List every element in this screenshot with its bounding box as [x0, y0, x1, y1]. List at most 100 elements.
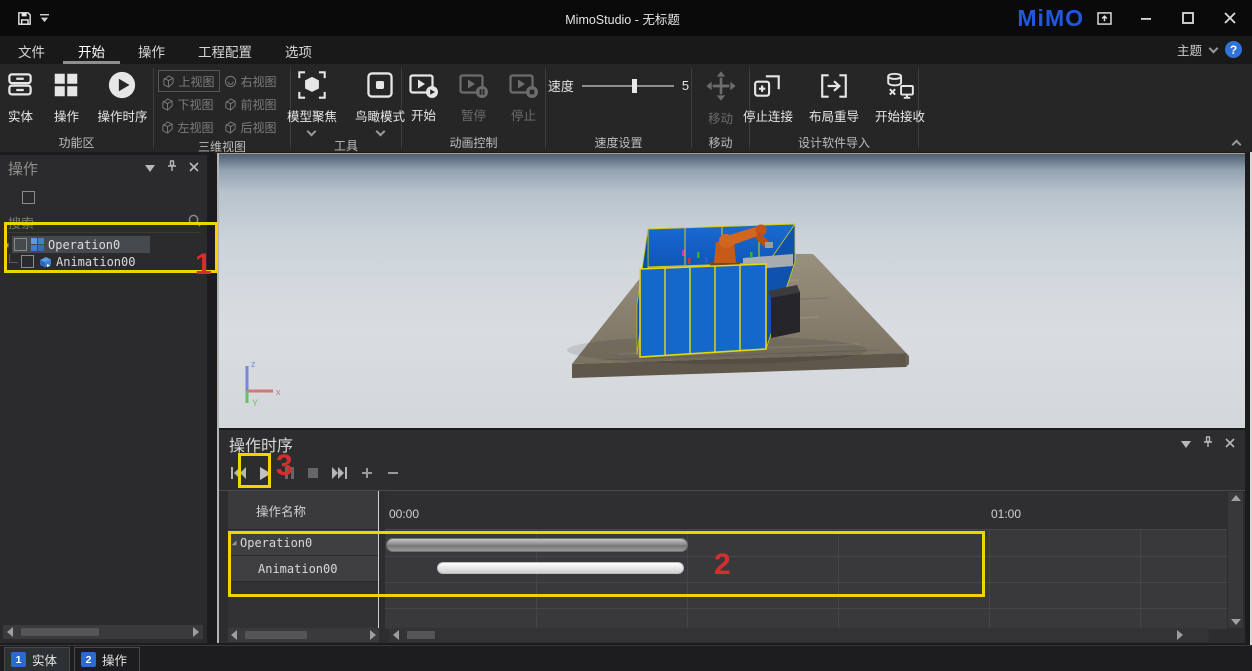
scroll-right-icon[interactable]: [370, 630, 376, 640]
stop-connect-button[interactable]: 停止连接: [739, 70, 797, 127]
group-label-speed: 速度设置: [546, 134, 691, 152]
name-column-header: 操作名称: [228, 491, 378, 530]
mimo-logo: MiMO: [1017, 5, 1084, 32]
ribbon-group-animation: 开始 暂停 停止 动画控制: [402, 64, 545, 152]
help-icon[interactable]: ?: [1225, 41, 1242, 58]
qat-customize-icon[interactable]: [40, 14, 49, 23]
timeline-ruler[interactable]: 00:00 01:00: [385, 491, 1227, 530]
select-all-checkbox[interactable]: [22, 191, 35, 204]
operation-sequence-button[interactable]: 操作时序: [93, 68, 151, 127]
anim-stop-button[interactable]: 停止: [505, 72, 543, 126]
scroll-left-icon[interactable]: [7, 627, 13, 637]
ribbon-collapse-icon[interactable]: [1232, 140, 1242, 150]
select-all-row: [0, 191, 207, 211]
front-view-button[interactable]: 前视图: [221, 93, 287, 115]
panel-dropdown-icon[interactable]: [145, 159, 155, 177]
dark-box-front: [771, 292, 800, 338]
axis-triad-icon: z x Y: [247, 359, 281, 408]
right-view-button[interactable]: 右视图: [221, 70, 287, 92]
window-title: MimoStudio - 无标题: [565, 9, 680, 28]
back-view-button[interactable]: 后视图: [221, 116, 287, 138]
model-focus-icon: [297, 70, 327, 103]
scrollbar-thumb[interactable]: [21, 628, 99, 636]
annotation-box-3: [238, 453, 271, 488]
timeline-pin-icon[interactable]: [1203, 435, 1213, 453]
start-receive-icon: [885, 72, 915, 103]
scroll-right-icon[interactable]: [1177, 630, 1183, 640]
fence-front-wall: [640, 264, 766, 357]
scroll-left-icon[interactable]: [231, 630, 237, 640]
scroll-left-icon[interactable]: [393, 630, 399, 640]
bird-view-dropdown-icon[interactable]: [375, 127, 385, 137]
timeline-header: 操作时序: [219, 430, 1245, 458]
theme-dropdown[interactable]: 主题: [1177, 40, 1202, 59]
zoom-out-icon[interactable]: [387, 467, 399, 479]
ribbon-group-function-area: 实体 操作 操作时序 功能区: [0, 64, 153, 152]
scrollbar-thumb[interactable]: [407, 631, 435, 639]
operation-panel-header: 操作: [0, 155, 207, 181]
left-view-button[interactable]: 左视图: [158, 116, 220, 138]
bird-view-button[interactable]: 鸟瞰模式: [351, 68, 409, 137]
annotation-box-2: [228, 531, 985, 597]
tab-operation[interactable]: 2 操作: [74, 647, 140, 671]
entity-button[interactable]: 实体: [1, 68, 39, 127]
annotation-number-3: 3: [276, 449, 293, 483]
move-cross-icon: [705, 70, 737, 105]
relayout-button[interactable]: 布局重导: [805, 70, 863, 127]
zoom-in-icon[interactable]: [361, 467, 373, 479]
anim-stop-icon: [509, 74, 539, 102]
menu-start[interactable]: 开始: [63, 36, 120, 64]
stop-icon[interactable]: [308, 468, 318, 478]
scroll-up-icon[interactable]: [1231, 495, 1241, 501]
status-bar: 1 实体 2 操作: [0, 645, 1252, 671]
menu-bar: 文件 开始 操作 工程配置 选项 主题 ?: [0, 36, 1252, 64]
sidebar-horizontal-scrollbar[interactable]: [3, 625, 203, 639]
anim-pause-button[interactable]: 暂停: [455, 72, 493, 126]
timeline-close-icon[interactable]: [1225, 435, 1235, 453]
model-focus-button[interactable]: 模型聚焦: [283, 68, 341, 137]
scrollbar-thumb[interactable]: [245, 631, 307, 639]
name-column-scrollbar[interactable]: [228, 628, 379, 642]
skip-to-end-icon[interactable]: [332, 467, 347, 479]
operation-button[interactable]: 操作: [47, 68, 85, 127]
group-label-animation: 动画控制: [402, 134, 545, 152]
panel-pin-icon[interactable]: [167, 159, 177, 177]
tick-00-00: 00:00: [389, 507, 419, 521]
panel-close-icon[interactable]: [189, 159, 199, 177]
speed-slider-handle[interactable]: [632, 79, 637, 93]
window-layout-icon[interactable]: [1090, 6, 1118, 30]
start-receive-button[interactable]: 开始接收: [871, 70, 929, 127]
scroll-down-icon[interactable]: [1231, 619, 1241, 625]
speed-slider[interactable]: [582, 85, 674, 87]
anim-start-button[interactable]: 开始: [405, 72, 443, 126]
model-focus-dropdown-icon[interactable]: [307, 127, 317, 137]
top-view-button[interactable]: 上视图: [158, 70, 220, 92]
annotation-box-1: [4, 222, 218, 273]
minimize-icon[interactable]: [1132, 6, 1160, 30]
title-bar: MimoStudio - 无标题 MiMO: [0, 0, 1252, 36]
anim-pause-icon: [459, 74, 489, 102]
anim-start-icon: [409, 74, 439, 102]
ribbon-group-speed: 速度 5 速度设置: [546, 64, 691, 152]
tab-entity[interactable]: 1 实体: [4, 647, 70, 671]
timeline-dropdown-icon[interactable]: [1181, 435, 1191, 453]
grid-line: [989, 530, 990, 629]
menu-file[interactable]: 文件: [3, 36, 60, 64]
theme-chevron-icon[interactable]: [1209, 43, 1219, 53]
viewport-3d[interactable]: z x Y: [219, 153, 1245, 428]
menu-options[interactable]: 选项: [270, 36, 327, 64]
ribbon-group-3d-views: 上视图 右视图 下视图 前视图: [154, 64, 290, 152]
tab-entity-badge: 1: [11, 652, 26, 667]
track-grid-scrollbar[interactable]: [389, 628, 1209, 642]
scroll-right-icon[interactable]: [193, 627, 199, 637]
timeline-vertical-scrollbar[interactable]: [1228, 492, 1243, 628]
save-icon[interactable]: [16, 10, 33, 27]
menu-operation[interactable]: 操作: [123, 36, 180, 64]
bottom-view-button[interactable]: 下视图: [158, 93, 220, 115]
close-icon[interactable]: [1216, 6, 1244, 30]
maximize-icon[interactable]: [1174, 6, 1202, 30]
move-button[interactable]: 移动: [701, 68, 741, 129]
menu-project-config[interactable]: 工程配置: [183, 36, 267, 64]
tab-operation-badge: 2: [81, 652, 96, 667]
speed-label: 速度: [548, 76, 574, 95]
